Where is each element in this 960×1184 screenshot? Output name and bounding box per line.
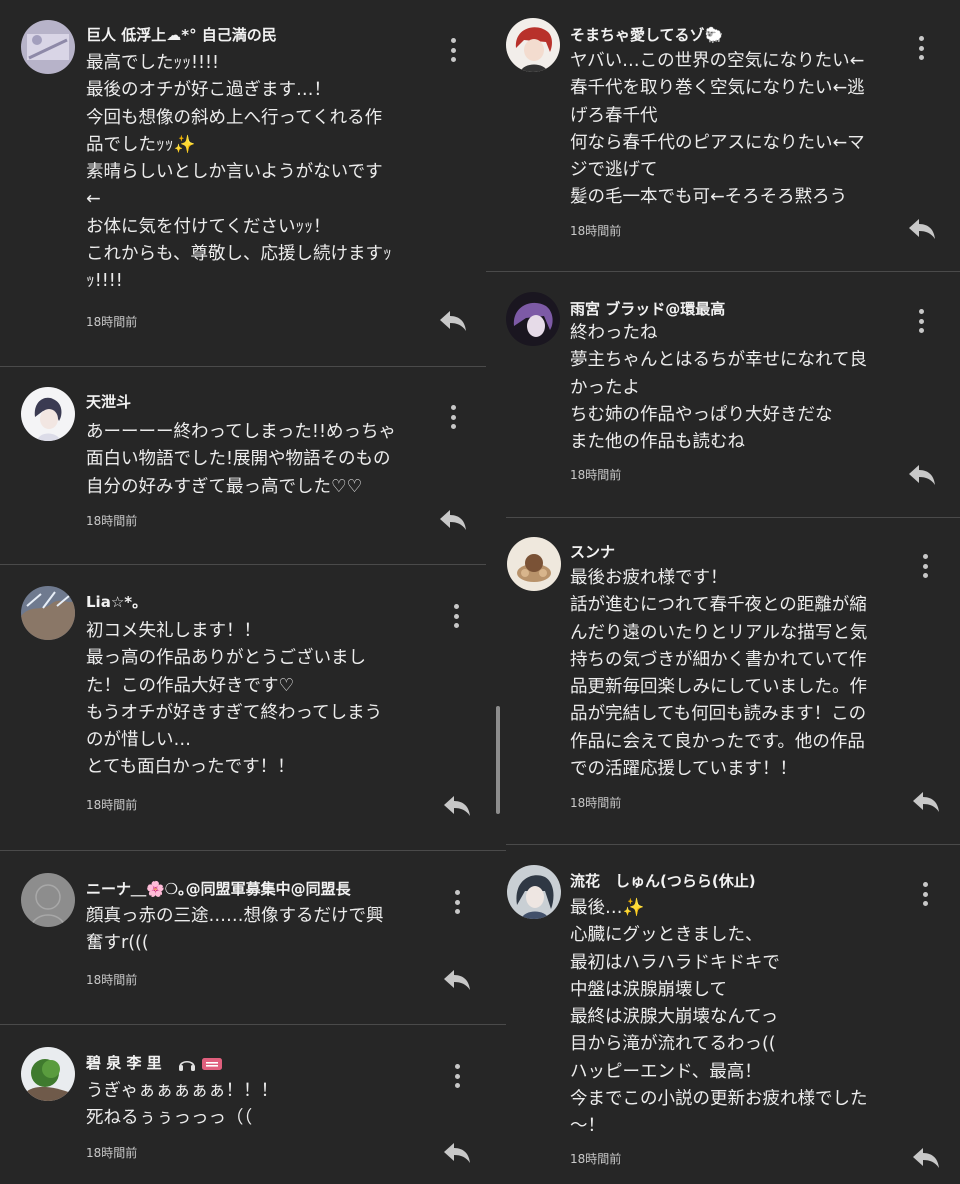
comment-item: 碧 泉 李 里 うぎゃぁぁぁぁぁ！！！ 死ねるぅぅっっっ（（ 18時間前: [0, 1024, 486, 1184]
more-options-icon[interactable]: [920, 882, 930, 906]
avatar[interactable]: [21, 873, 75, 927]
comment-item: Lia☆*。 初コメ失礼します！！ 最っ高の作品ありがとうございまし た！この作…: [0, 564, 486, 850]
comment-username-text: 碧 泉 李 里: [86, 1054, 162, 1072]
headphones-icon: [178, 1060, 195, 1071]
more-options-icon[interactable]: [448, 38, 458, 62]
reply-icon[interactable]: [908, 462, 936, 486]
avatar[interactable]: [21, 20, 75, 74]
comment-username[interactable]: 天泄斗: [86, 391, 131, 412]
more-options-icon[interactable]: [448, 405, 458, 429]
comment-item: ニーナ＿🌸❍｡@同盟軍募集中@同盟長 顔真っ赤の三途……想像するだけで興 奮すr…: [0, 850, 486, 1024]
comment-timestamp: 18時間前: [86, 1146, 138, 1160]
more-options-icon[interactable]: [452, 1064, 462, 1088]
comment-timestamp: 18時間前: [86, 798, 138, 812]
comment-timestamp: 18時間前: [86, 973, 138, 987]
comment-timestamp: 18時間前: [570, 796, 622, 810]
comment-username[interactable]: スンナ: [570, 541, 615, 562]
reply-icon[interactable]: [443, 1140, 471, 1164]
reply-icon[interactable]: [439, 308, 467, 332]
comment-body: ヤバい…この世界の空気になりたい← 春千代を取り巻く空気になりたい←逃 げろ春千…: [570, 51, 865, 208]
comment-body: 初コメ失礼します！！ 最っ高の作品ありがとうございまし た！この作品大好きです♡…: [86, 621, 383, 778]
avatar[interactable]: [506, 18, 560, 72]
more-options-icon[interactable]: [920, 554, 930, 578]
reply-icon[interactable]: [912, 1145, 940, 1169]
reply-icon[interactable]: [908, 216, 936, 240]
comment-item: 雨宮 ブラッド@環最高 終わったね 夢主ちゃんとはるちが幸せになれて良 かったよ…: [486, 272, 960, 518]
avatar[interactable]: [507, 865, 561, 919]
reply-icon[interactable]: [912, 789, 940, 813]
avatar[interactable]: [506, 292, 560, 346]
comment-username[interactable]: 雨宮 ブラッド@環最高: [570, 298, 725, 319]
comment-body: 最高でしたｯｯ!!!! 最後のオチが好こ過ぎます…！ 今回も想像の斜め上へ行って…: [86, 53, 392, 292]
more-options-icon[interactable]: [916, 309, 926, 333]
comment-timestamp: 18時間前: [570, 1152, 622, 1166]
comment-item: そまちゃ愛してるゾ🐑 ヤバい…この世界の空気になりたい← 春千代を取り巻く空気に…: [486, 0, 960, 272]
comment-body: 終わったね 夢主ちゃんとはるちが幸せになれて良 かったよ ちむ姉の作品やっぱり大…: [570, 323, 867, 453]
more-options-icon[interactable]: [916, 36, 926, 60]
comment-username[interactable]: 碧 泉 李 里: [86, 1052, 222, 1073]
more-options-icon[interactable]: [452, 890, 462, 914]
comment-timestamp: 18時間前: [86, 315, 138, 329]
comment-item: スンナ 最後お疲れ様です！ 話が進むにつれて春千夜との距離が縮 んだり遠のいたり…: [486, 518, 960, 844]
reply-icon[interactable]: [443, 967, 471, 991]
comment-body: 顔真っ赤の三途……想像するだけで興 奮すr(((: [86, 906, 384, 954]
avatar[interactable]: [21, 387, 75, 441]
comment-timestamp: 18時間前: [570, 224, 622, 238]
ticket-icon: [201, 1057, 222, 1070]
comment-username[interactable]: ニーナ＿🌸❍｡@同盟軍募集中@同盟長: [86, 878, 351, 899]
reply-icon[interactable]: [439, 507, 467, 531]
avatar[interactable]: [21, 586, 75, 640]
comment-timestamp: 18時間前: [86, 514, 138, 528]
comment-timestamp: 18時間前: [570, 468, 622, 482]
comment-item: 天泄斗 あーーーー終わってしまった!!めっちゃ 面白い物語でした!展開や物語その…: [0, 366, 486, 564]
comment-username[interactable]: 巨人 低浮上☁*° 自己満の民: [86, 24, 277, 45]
more-options-icon[interactable]: [451, 604, 461, 628]
comment-body: 最後お疲れ様です！ 話が進むにつれて春千夜との距離が縮 んだり遠のいたりとリアル…: [570, 568, 868, 780]
comment-username[interactable]: 流花 しゅん(つらら(休止): [570, 870, 756, 891]
comment-username[interactable]: Lia☆*。: [86, 591, 147, 612]
comment-item: 巨人 低浮上☁*° 自己満の民 最高でしたｯｯ!!!! 最後のオチが好こ過ぎます…: [0, 0, 486, 366]
avatar[interactable]: [21, 1047, 75, 1101]
comment-username[interactable]: そまちゃ愛してるゾ🐑: [570, 24, 723, 45]
comment-body: あーーーー終わってしまった!!めっちゃ 面白い物語でした!展開や物語そのもの 自…: [86, 422, 396, 497]
avatar[interactable]: [507, 537, 561, 591]
reply-icon[interactable]: [443, 793, 471, 817]
comment-item: 流花 しゅん(つらら(休止) 最後…✨ 心臓にグッときました、 最初はハラハラド…: [486, 845, 960, 1184]
comment-body: 最後…✨ 心臓にグッときました、 最初はハラハラドキドキで 中盤は涙腺崩壊して …: [570, 898, 868, 1137]
comment-body: うぎゃぁぁぁぁぁ！！！ 死ねるぅぅっっっ（（: [86, 1081, 279, 1129]
